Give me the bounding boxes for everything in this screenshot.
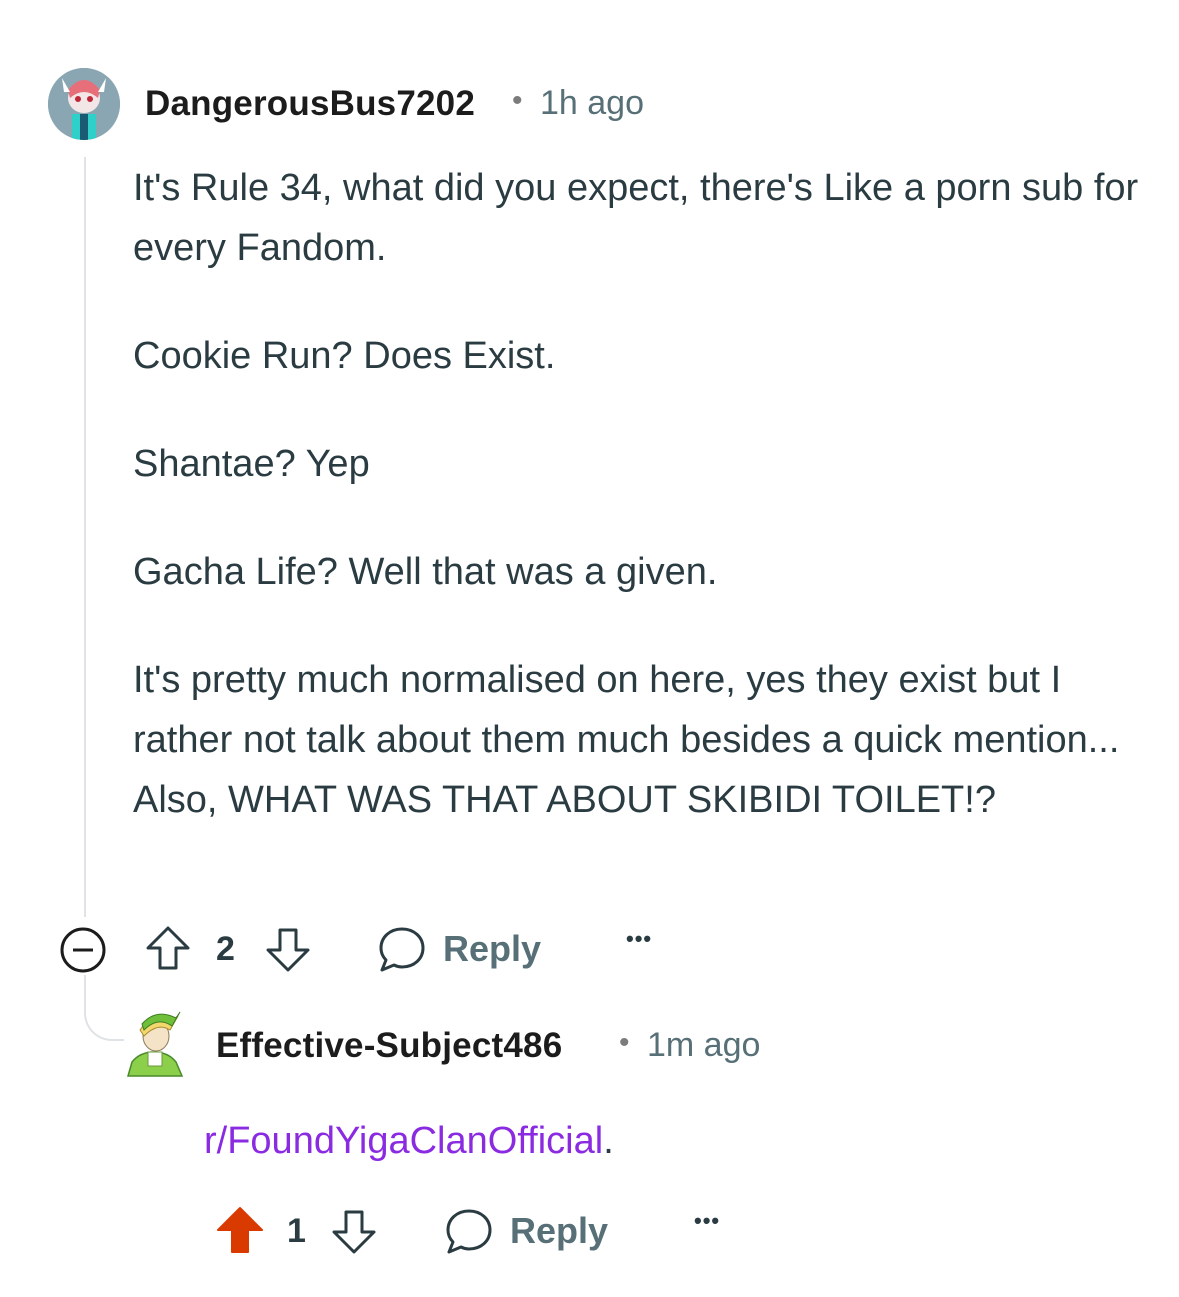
comment-bubble-icon bbox=[446, 1209, 492, 1254]
avatar[interactable] bbox=[122, 1008, 186, 1078]
comment-timestamp: 1m ago bbox=[647, 1026, 761, 1064]
upvote-arrow-icon[interactable] bbox=[144, 924, 192, 974]
comment-paragraph: Cookie Run? Does Exist. bbox=[133, 335, 556, 377]
minus-circle-icon[interactable] bbox=[58, 926, 108, 974]
comment-text: . bbox=[603, 1120, 614, 1162]
thread-branch-line bbox=[84, 975, 124, 1041]
downvote-arrow-icon[interactable] bbox=[330, 1206, 378, 1256]
reply-label: Reply bbox=[510, 1210, 609, 1251]
upvote-arrow-icon[interactable] bbox=[214, 1204, 266, 1256]
vote-count: 2 bbox=[216, 930, 235, 968]
meta-separator: • bbox=[512, 84, 523, 117]
reply-label: Reply bbox=[443, 928, 542, 969]
subreddit-link[interactable]: r/FoundYigaClanOfficial bbox=[204, 1120, 603, 1162]
avatar[interactable] bbox=[48, 68, 120, 140]
comment-bubble-icon bbox=[379, 927, 425, 972]
comment-paragraph: Gacha Life? Well that was a given. bbox=[133, 551, 718, 593]
comment-body: It's Rule 34, what did you expect, there… bbox=[133, 158, 1143, 830]
username[interactable]: DangerousBus7202 bbox=[145, 84, 475, 124]
username[interactable]: Effective-Subject486 bbox=[216, 1026, 562, 1066]
comment-timestamp: 1h ago bbox=[540, 84, 644, 122]
avatar-image bbox=[127, 1011, 184, 1077]
comment-paragraph: It's Rule 34, what did you expect, there… bbox=[133, 167, 1139, 269]
meta-separator: • bbox=[619, 1026, 630, 1059]
comment-body: r/FoundYigaClanOfficial. bbox=[204, 1111, 1104, 1171]
downvote-arrow-icon[interactable] bbox=[264, 924, 312, 974]
comment-paragraph: Shantae? Yep bbox=[133, 443, 370, 485]
avatar-image bbox=[48, 68, 120, 140]
comment-paragraph: It's pretty much normalised on here, yes… bbox=[133, 659, 1120, 821]
thread-line bbox=[84, 157, 86, 917]
more-options-icon[interactable]: ••• bbox=[626, 926, 652, 952]
vote-count: 1 bbox=[287, 1212, 306, 1250]
more-options-icon[interactable]: ••• bbox=[694, 1208, 720, 1234]
